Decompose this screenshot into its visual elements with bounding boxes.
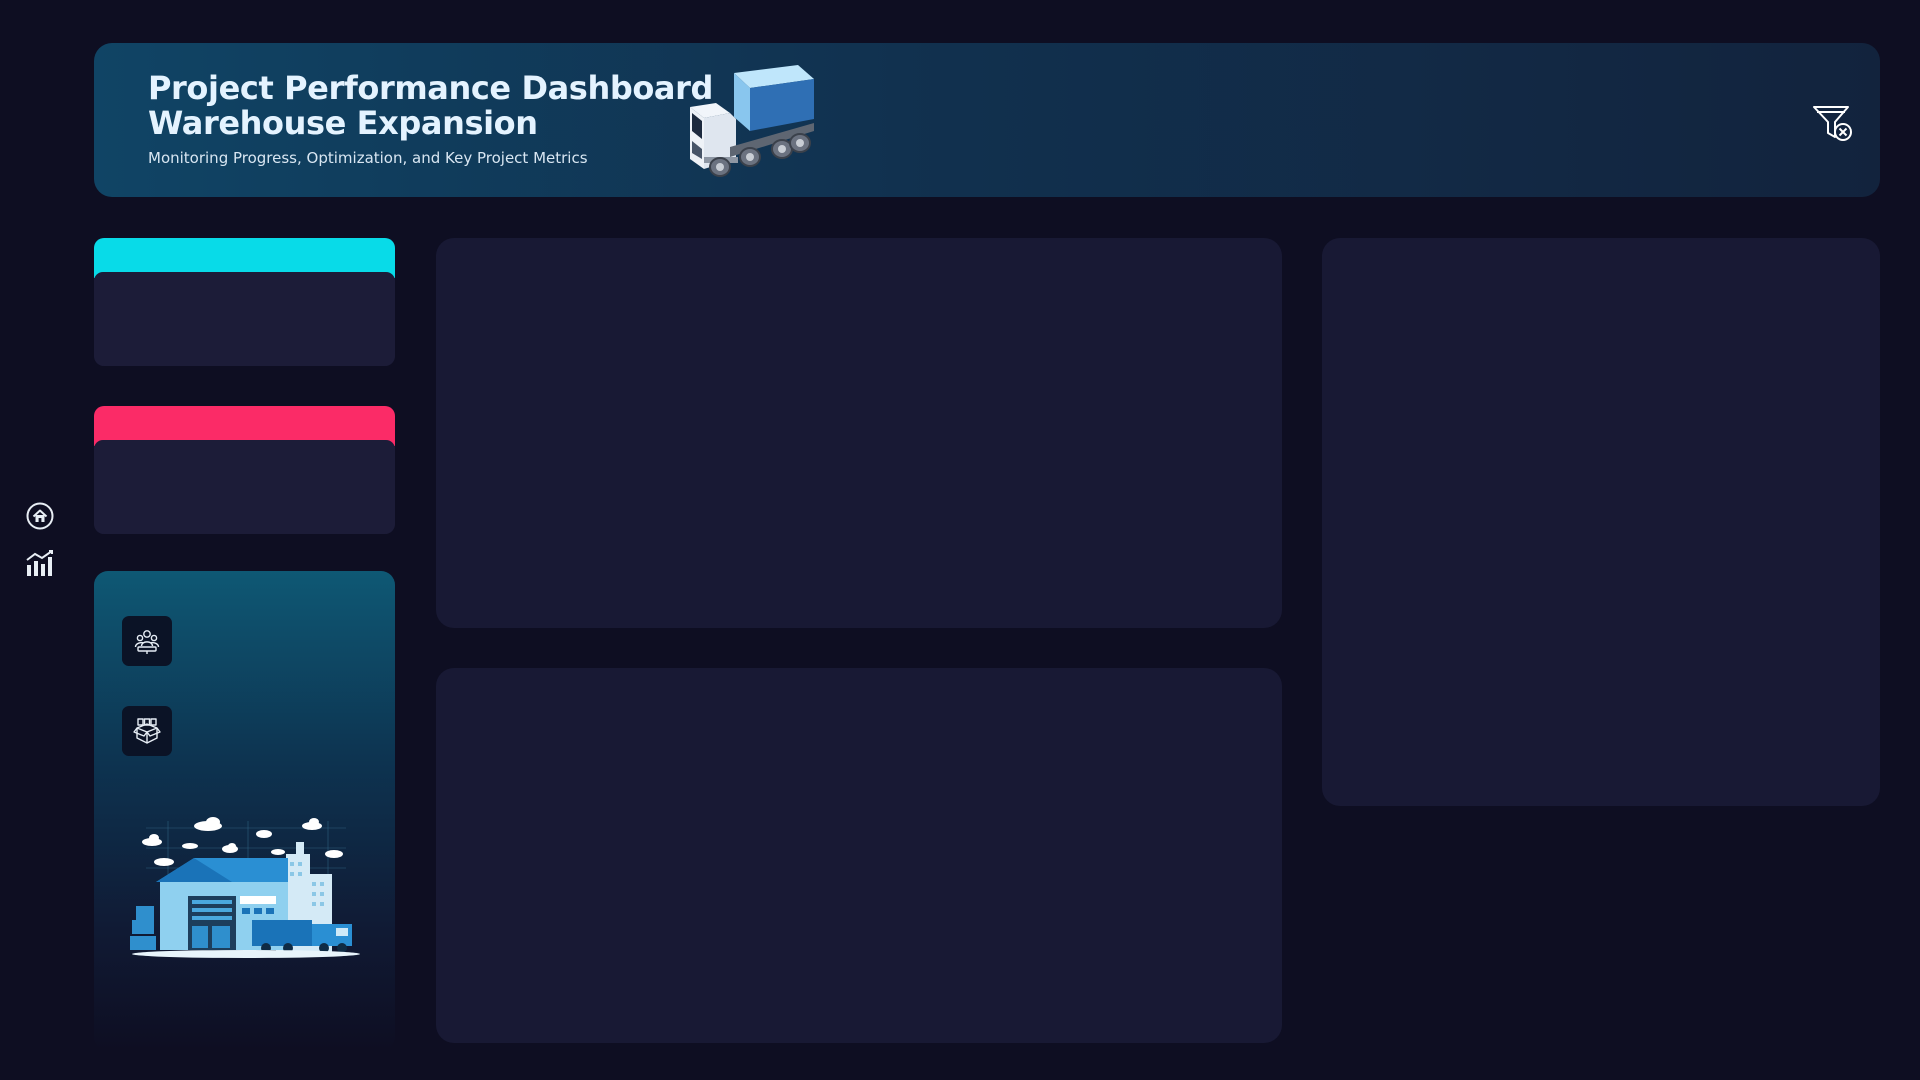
package-icon xyxy=(133,718,161,744)
chart-panel-right xyxy=(1322,238,1880,806)
page-title: Project Performance Dashboard Warehouse … xyxy=(148,71,713,141)
bar-chart-icon xyxy=(26,550,53,576)
kpi-card-1 xyxy=(94,238,395,366)
chart-panel-bottom xyxy=(436,668,1282,1043)
chart-panel-top xyxy=(436,238,1282,628)
team-icon-tile xyxy=(122,616,172,666)
package-icon-tile xyxy=(122,706,172,756)
page-title-line2: Warehouse Expansion xyxy=(148,104,538,142)
page-title-line1: Project Performance Dashboard xyxy=(148,69,714,107)
kpi-card-2-body xyxy=(94,440,395,534)
info-panel xyxy=(94,571,395,1051)
page-subtitle: Monitoring Progress, Optimization, and K… xyxy=(148,149,588,167)
home-icon xyxy=(26,502,54,530)
nav-analytics-button[interactable] xyxy=(22,546,58,582)
kpi-card-1-body xyxy=(94,272,395,366)
clear-filter-icon xyxy=(1813,106,1852,141)
kpi-card-2 xyxy=(94,406,395,534)
nav-home-button[interactable] xyxy=(22,498,58,534)
truck-icon xyxy=(690,65,814,177)
team-icon xyxy=(134,630,160,654)
header-banner: Project Performance Dashboard Warehouse … xyxy=(94,43,1880,197)
clear-filters-button[interactable] xyxy=(1810,101,1856,145)
warehouse-icon xyxy=(130,817,360,958)
